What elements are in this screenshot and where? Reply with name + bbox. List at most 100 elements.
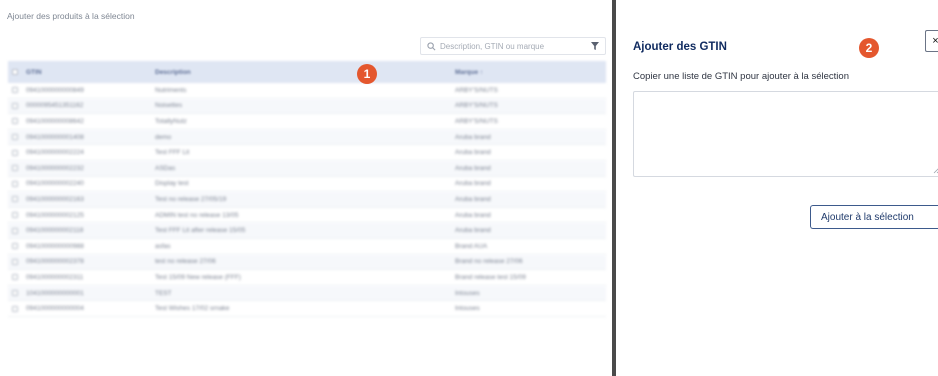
table-row[interactable]: 0941000000002232 ASDas Aruba brand <box>8 160 606 177</box>
table-header: GTIN Description Marque ↑ <box>8 61 606 83</box>
gtin-cell: 0941000000008642 <box>26 117 84 125</box>
panel-heading: Ajouter des GTIN <box>633 41 727 53</box>
products-table: GTIN Description Marque ↑ 09410000000008… <box>8 61 606 317</box>
pagination[interactable] <box>470 370 600 376</box>
close-icon: × <box>932 35 938 47</box>
table-row[interactable]: 0941000000000849 Nutriments ARBY'S/NUTS <box>8 83 606 99</box>
table-row[interactable]: 0941000000002224 Test FFF Lit Aruba brand <box>8 145 606 161</box>
row-checkbox[interactable] <box>12 290 18 297</box>
table-row[interactable]: 0941000000002163 Test no release 27/05/19… <box>8 192 606 208</box>
description-cell: Test FFF Lit <box>155 149 190 157</box>
brand-cell: Aruba brand <box>455 149 491 157</box>
table-row[interactable]: 0941000000002240 Display test Aruba brand <box>8 177 606 193</box>
row-checkbox[interactable] <box>12 227 18 234</box>
row-select-cell[interactable] <box>8 305 22 312</box>
row-select-cell[interactable] <box>8 134 22 141</box>
search-box[interactable] <box>420 37 606 55</box>
row-checkbox[interactable] <box>12 118 18 125</box>
gtin-cell: 1041000000000001 <box>26 289 84 297</box>
brand-cell: Aruba brand <box>455 133 491 141</box>
column-header-gtin[interactable]: GTIN <box>22 69 155 76</box>
description-cell: test no release 27/06 <box>155 258 216 266</box>
gtin-cell: 0941000000002232 <box>26 164 84 172</box>
row-checkbox[interactable] <box>12 165 18 172</box>
panel-instructions: Copier une liste de GTIN pour ajouter à … <box>633 71 849 82</box>
row-select-cell[interactable] <box>8 258 22 265</box>
row-checkbox[interactable] <box>12 258 18 265</box>
row-select-cell[interactable] <box>8 274 22 281</box>
row-select-cell[interactable] <box>8 118 22 125</box>
row-select-cell[interactable] <box>8 149 22 156</box>
brand-cell: Brand release test 15/09 <box>455 273 526 281</box>
row-checkbox[interactable] <box>12 305 18 312</box>
close-button[interactable]: × <box>925 30 938 52</box>
row-checkbox[interactable] <box>12 196 18 203</box>
add-gtin-panel: Ajouter des GTIN × Copier une liste de G… <box>616 0 938 376</box>
row-select-cell[interactable] <box>8 243 22 250</box>
description-cell: TEST <box>155 289 172 297</box>
row-checkbox[interactable] <box>12 102 18 109</box>
gtin-cell: 0941000000000988 <box>26 242 84 250</box>
step-badge-1: 1 <box>357 64 377 84</box>
brand-cell: Aruba brand <box>455 211 491 219</box>
panel-title: Ajouter des produits à la sélection <box>7 11 135 21</box>
table-row[interactable]: 0000095451351162 Noisettes ARBY'S/NUTS <box>8 98 606 115</box>
description-cell: asfas <box>155 242 171 250</box>
column-header-brand[interactable]: Marque ↑ <box>455 69 595 76</box>
gtin-cell: 0941000000002311 <box>26 273 84 281</box>
row-checkbox[interactable] <box>12 180 18 187</box>
search-input[interactable] <box>440 41 587 51</box>
product-selection-panel: Ajouter des produits à la sélection GTIN… <box>0 0 612 376</box>
table-row[interactable]: 1041000000000001 TEST Intouses <box>8 285 606 302</box>
select-all-checkbox[interactable] <box>12 69 18 75</box>
filter-icon[interactable] <box>591 42 599 50</box>
table-row[interactable]: 0941000000000988 asfas Brand AUA <box>8 239 606 255</box>
resize-grip-icon[interactable] <box>933 166 938 174</box>
description-cell: ASDas <box>155 164 176 172</box>
gtin-cell: 0941000000002163 <box>26 195 84 203</box>
row-checkbox[interactable] <box>12 149 18 156</box>
description-cell: Test 15/09 New release (FFF) <box>155 273 241 281</box>
gtin-cell: 0941000000000004 <box>26 305 84 313</box>
table-row[interactable]: 0941000000001408 demo Aruba brand <box>8 129 606 146</box>
brand-cell: Aruba brand <box>455 195 491 203</box>
row-checkbox[interactable] <box>12 87 18 94</box>
table-row[interactable]: 0941000000002125 ADMIN test no release 13… <box>8 208 606 224</box>
description-cell: Test no release 27/05/19 <box>155 195 227 203</box>
table-row[interactable]: 0941000000002311 Test 15/09 New release (… <box>8 270 606 286</box>
brand-cell: ARBY'S/NUTS <box>455 86 498 94</box>
column-header-description[interactable]: Description <box>155 69 455 76</box>
row-select-cell[interactable] <box>8 212 22 219</box>
row-select-cell[interactable] <box>8 290 22 297</box>
description-cell: Test FFF Lit after release 15/05 <box>155 227 246 235</box>
row-checkbox[interactable] <box>12 243 18 250</box>
row-select-cell[interactable] <box>8 196 22 203</box>
add-to-selection-button[interactable]: Ajouter à la sélection <box>810 205 938 229</box>
row-checkbox[interactable] <box>12 274 18 281</box>
description-cell: ADMIN test no release 13/05 <box>155 211 239 219</box>
select-all-cell[interactable] <box>8 69 22 75</box>
gtin-list-textarea[interactable] <box>633 91 938 177</box>
row-checkbox[interactable] <box>12 212 18 219</box>
row-select-cell[interactable] <box>8 102 22 109</box>
step-badge-2: 2 <box>859 38 879 58</box>
gtin-cell: 0941000000000849 <box>26 86 84 94</box>
brand-cell: Intouses <box>455 305 480 313</box>
brand-cell: ARBY'S/NUTS <box>455 117 498 125</box>
description-cell: Noisettes <box>155 102 183 110</box>
gtin-cell: 0941000000001408 <box>26 133 84 141</box>
row-select-cell[interactable] <box>8 165 22 172</box>
row-checkbox[interactable] <box>12 134 18 141</box>
row-select-cell[interactable] <box>8 227 22 234</box>
table-row[interactable]: 0941000000002378 test no release 27/06 Bra… <box>8 254 606 271</box>
row-select-cell[interactable] <box>8 180 22 187</box>
gtin-cell: 0941000000002118 <box>26 227 84 235</box>
table-row[interactable]: 0941000000000004 Test Wishes 17/02 srnake… <box>8 301 606 317</box>
brand-cell: Brand no release 27/06 <box>455 258 523 266</box>
table-row[interactable]: 0941000000008642 TotallyNutz ARBY'S/NUTS <box>8 114 606 130</box>
gtin-cell: 0941000000002125 <box>26 211 84 219</box>
row-select-cell[interactable] <box>8 87 22 94</box>
table-row[interactable]: 0941000000002118 Test FFF Lit after relea… <box>8 223 606 239</box>
brand-cell: ARBY'S/NUTS <box>455 102 498 110</box>
description-cell: demo <box>155 133 172 141</box>
